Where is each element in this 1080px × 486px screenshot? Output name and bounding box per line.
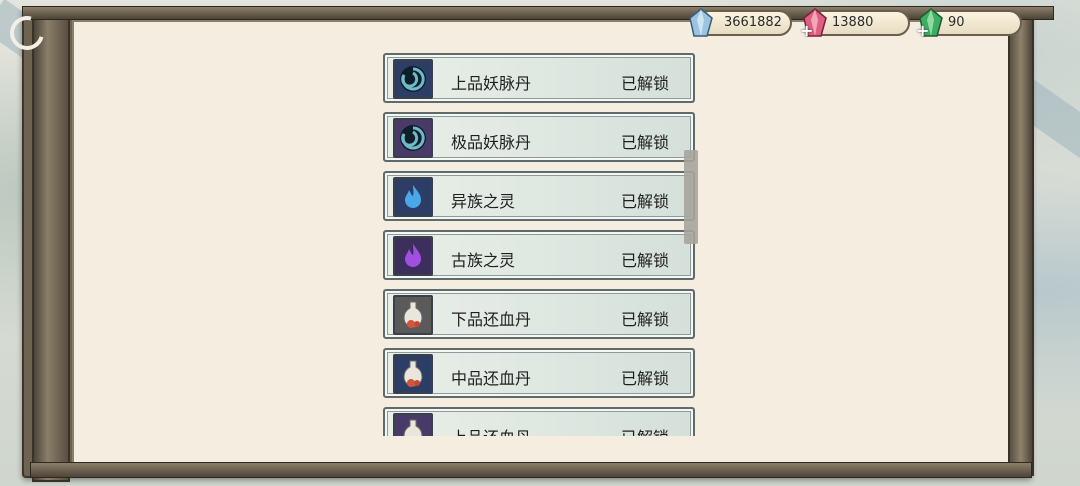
list-item[interactable]: 下品还血丹 已解锁 bbox=[383, 289, 695, 339]
spiral-orb-icon bbox=[393, 59, 433, 99]
blue-flame-icon bbox=[393, 177, 433, 217]
add-jade-button[interactable]: + bbox=[916, 23, 930, 39]
scroll-rod-left bbox=[32, 8, 70, 482]
list-item[interactable]: 古族之灵 已解锁 bbox=[383, 230, 695, 280]
unlock-status: 已解锁 bbox=[621, 133, 670, 152]
currency-silver: 3661882 bbox=[689, 8, 792, 37]
unlock-status: 已解锁 bbox=[621, 310, 670, 329]
item-name: 极品妖脉丹 bbox=[451, 133, 532, 152]
list-item[interactable]: 异族之灵 已解锁 bbox=[383, 171, 695, 221]
unlock-status: 已解锁 bbox=[621, 192, 670, 211]
potion-gourd-icon bbox=[393, 354, 433, 394]
add-ruby-button[interactable]: + bbox=[800, 23, 814, 39]
currency-jade: + 90 bbox=[916, 8, 1022, 39]
potion-gourd-icon bbox=[393, 295, 433, 335]
silver-amount: 3661882 bbox=[724, 15, 782, 30]
item-name: 中品还血丹 bbox=[451, 369, 532, 388]
item-name: 下品还血丹 bbox=[451, 310, 532, 329]
unlock-status: 已解锁 bbox=[621, 251, 670, 270]
unlock-status: 已解锁 bbox=[621, 74, 670, 93]
list-scrollbar[interactable] bbox=[684, 150, 698, 244]
ruby-amount: 13880 bbox=[832, 15, 874, 30]
item-name: 上品还血丹 bbox=[451, 424, 531, 436]
purple-flame-icon bbox=[393, 236, 433, 276]
item-name: 异族之灵 bbox=[451, 192, 516, 211]
silver-crystal-icon bbox=[689, 8, 713, 37]
jade-amount: 90 bbox=[948, 15, 965, 30]
currency-ruby: + 13880 bbox=[800, 8, 910, 39]
unlock-status: 已解锁 bbox=[621, 424, 669, 436]
list-item[interactable]: 上品还血丹 已解锁 bbox=[383, 407, 695, 436]
scroll-rod-right bbox=[1008, 14, 1034, 476]
item-name: 上品妖脉丹 bbox=[451, 74, 532, 93]
item-list[interactable]: 上品妖脉丹 已解锁 极品妖脉丹 已解锁 异族之灵 已解锁 古族之灵 已解锁 下品… bbox=[383, 52, 699, 436]
spiral-orb-icon bbox=[393, 118, 433, 158]
scroll-bottom-bar bbox=[30, 462, 1032, 478]
list-item[interactable]: 上品妖脉丹 已解锁 bbox=[383, 53, 695, 103]
unlock-status: 已解锁 bbox=[621, 369, 670, 388]
potion-gourd-icon bbox=[393, 413, 433, 436]
list-item[interactable]: 极品妖脉丹 已解锁 bbox=[383, 112, 695, 162]
item-name: 古族之灵 bbox=[451, 251, 516, 270]
list-item[interactable]: 中品还血丹 已解锁 bbox=[383, 348, 695, 398]
